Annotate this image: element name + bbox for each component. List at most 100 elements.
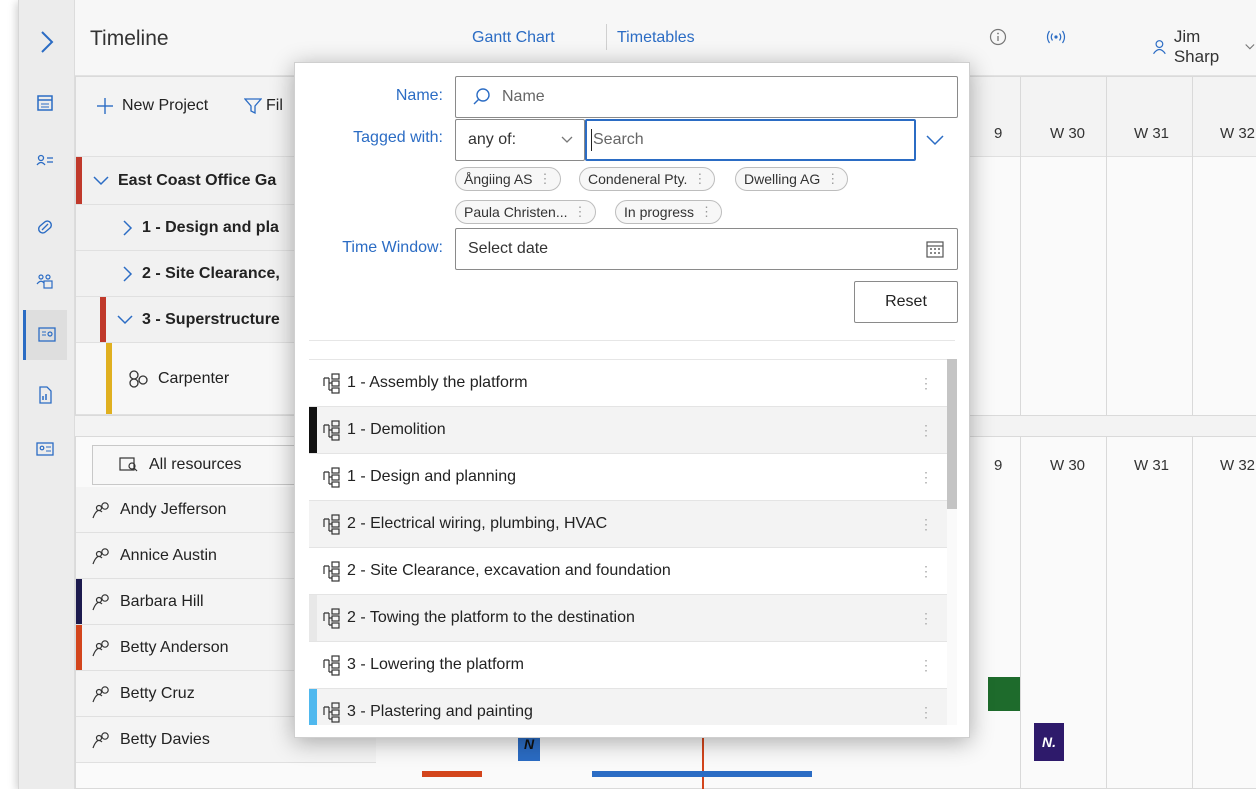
list-item[interactable]: 3 - Lowering the platform ⋮ <box>309 642 947 689</box>
tag-chip[interactable]: In progress ⋮ <box>615 200 723 224</box>
left-rail <box>19 0 75 789</box>
date-picker[interactable]: Select date <box>455 228 958 270</box>
rail-resource-planning-icon[interactable] <box>23 310 67 360</box>
grid-column <box>1020 77 1021 415</box>
rail-contact-card-icon[interactable] <box>23 424 67 474</box>
project-color-marker <box>100 297 106 342</box>
list-item[interactable]: 1 - Design and planning ⋮ <box>309 454 947 501</box>
chevron-right-icon[interactable] <box>122 265 134 283</box>
time-window-label: Time Window: <box>342 239 443 256</box>
filter-button[interactable]: Fil <box>244 97 283 115</box>
resource-filter-icon <box>119 457 138 472</box>
filter-dialog: Name: Name Tagged with: any of: Search Å… <box>294 62 970 738</box>
gantt-bar[interactable] <box>988 677 1020 711</box>
person-icon <box>1153 40 1166 55</box>
reset-button[interactable]: Reset <box>854 281 958 323</box>
people-icon <box>92 731 109 748</box>
name-label: Name: <box>395 87 443 104</box>
broadcast-icon[interactable] <box>1045 26 1067 48</box>
resource-name: Betty Cruz <box>120 684 195 702</box>
results-scrollbar[interactable] <box>947 359 957 725</box>
chevron-down-icon[interactable] <box>116 314 134 326</box>
people-icon <box>92 547 109 564</box>
week-header: W 30 <box>1050 457 1086 474</box>
tag-chip[interactable]: Paula Christen... ⋮ <box>455 200 596 224</box>
work-breakdown-icon <box>323 467 340 488</box>
more-icon[interactable]: ⋮ <box>919 704 933 721</box>
more-icon[interactable]: ⋮ <box>919 516 933 533</box>
item-label: 2 - Site Clearance, excavation and found… <box>347 562 671 579</box>
new-project-button[interactable]: New Project <box>96 97 208 115</box>
more-icon[interactable]: ⋮ <box>539 171 552 187</box>
item-label: 1 - Assembly the platform <box>347 374 528 391</box>
tag-dropdown-chevron-icon[interactable] <box>925 133 945 147</box>
item-label: 1 - Demolition <box>347 421 446 438</box>
filter-icon <box>244 98 262 115</box>
more-icon[interactable]: ⋮ <box>919 563 933 580</box>
rail-report-icon[interactable] <box>23 370 67 420</box>
info-icon[interactable] <box>987 26 1009 48</box>
list-item[interactable]: 3 - Plastering and painting ⋮ <box>309 689 947 725</box>
project-label: 3 - Superstructure <box>142 310 280 328</box>
people-icon <box>92 593 109 610</box>
item-color-marker <box>309 595 317 641</box>
list-item[interactable]: 2 - Electrical wiring, plumbing, HVAC ⋮ <box>309 501 947 548</box>
nav-divider <box>606 24 607 50</box>
list-item[interactable]: 1 - Demolition ⋮ <box>309 407 947 454</box>
gantt-bar[interactable]: N. <box>1034 723 1064 761</box>
rail-people-list-icon[interactable] <box>23 136 67 186</box>
tag-search-input[interactable]: Search <box>585 119 916 161</box>
week-header: 9 <box>994 457 1003 474</box>
work-breakdown-icon <box>323 514 340 535</box>
more-icon[interactable]: ⋮ <box>919 610 933 627</box>
more-icon[interactable]: ⋮ <box>574 204 587 220</box>
calendar-icon[interactable] <box>925 239 945 259</box>
week-header: W 32 <box>1220 125 1256 142</box>
gantt-bar[interactable] <box>422 771 482 777</box>
list-item[interactable]: 2 - Towing the platform to the destinati… <box>309 595 947 642</box>
more-icon[interactable]: ⋮ <box>919 657 933 674</box>
user-menu[interactable]: Jim Sharp <box>1151 27 1256 67</box>
all-resources-label: All resources <box>149 456 242 473</box>
more-icon[interactable]: ⋮ <box>700 204 713 220</box>
results-list: 1 - Assembly the platform ⋮ 1 - Demoliti… <box>309 359 947 725</box>
list-item[interactable]: 1 - Assembly the platform ⋮ <box>309 360 947 407</box>
group-icon <box>129 369 148 388</box>
resource-name: Betty Anderson <box>120 638 229 656</box>
chevron-down-icon[interactable] <box>92 175 110 187</box>
tag-chip[interactable]: Condeneral Pty. ⋮ <box>579 167 716 191</box>
name-field[interactable]: Name <box>455 76 958 118</box>
more-icon[interactable]: ⋮ <box>826 171 839 187</box>
expand-rail-chevron-icon[interactable] <box>33 22 61 62</box>
chevron-right-icon[interactable] <box>122 219 134 237</box>
rail-tag-icon[interactable] <box>23 202 67 252</box>
dialog-divider <box>309 340 955 341</box>
resource-name: Betty Davies <box>120 730 210 748</box>
tagged-with-label: Tagged with: <box>353 129 443 146</box>
work-breakdown-icon <box>323 373 340 394</box>
rail-timeline-icon[interactable] <box>23 78 67 128</box>
resource-color-marker <box>76 625 82 670</box>
more-icon[interactable]: ⋮ <box>919 422 933 439</box>
week-header: W 32 <box>1220 457 1256 474</box>
gantt-bar[interactable] <box>592 771 812 777</box>
name-placeholder: Name <box>502 88 545 105</box>
work-breakdown-icon <box>323 420 340 441</box>
more-icon[interactable]: ⋮ <box>693 171 706 187</box>
project-label: 1 - Design and pla <box>142 218 279 236</box>
scrollbar-thumb[interactable] <box>947 359 957 509</box>
nav-gantt-chart[interactable]: Gantt Chart <box>472 29 555 47</box>
nav-timetables[interactable]: Timetables <box>617 29 695 47</box>
item-color-marker <box>309 689 317 725</box>
list-item[interactable]: 2 - Site Clearance, excavation and found… <box>309 548 947 595</box>
project-label: Carpenter <box>158 369 230 387</box>
tag-chip[interactable]: Dwelling AG ⋮ <box>735 167 849 191</box>
tag-chip[interactable]: Ångiing AS ⋮ <box>455 167 561 191</box>
tag-mode-select[interactable]: any of: <box>455 119 585 161</box>
more-icon[interactable]: ⋮ <box>919 375 933 392</box>
more-icon[interactable]: ⋮ <box>919 469 933 486</box>
tag-chip-label: Dwelling AG <box>744 171 821 187</box>
tag-chip-label: Ångiing AS <box>464 171 533 187</box>
item-label: 3 - Plastering and painting <box>347 703 533 720</box>
rail-team-icon[interactable] <box>23 256 67 306</box>
